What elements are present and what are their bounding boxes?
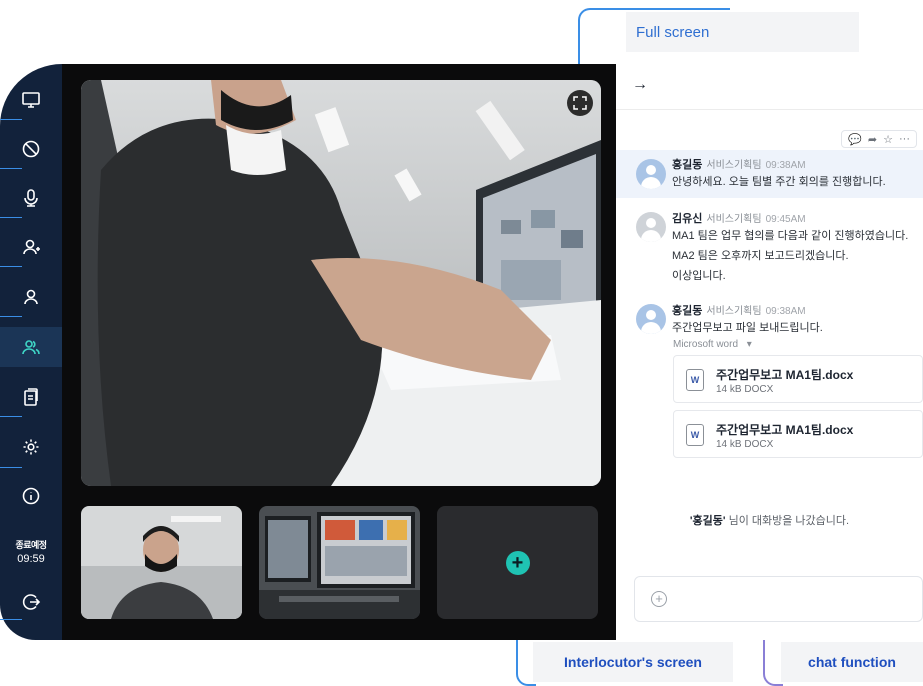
main-video-image	[81, 80, 601, 486]
info-icon	[22, 487, 40, 505]
settings-button[interactable]	[0, 427, 62, 467]
star-icon[interactable]: ☆	[883, 133, 893, 146]
video-off-button[interactable]	[0, 129, 62, 169]
timer-value: 09:59	[17, 553, 45, 565]
file-attachment[interactable]: W 주간업무보고 MA1팀.docx 14 kB DOCX	[673, 355, 923, 403]
microphone-icon	[24, 189, 38, 207]
full-screen-callout: Full screen	[626, 12, 859, 52]
add-participant-icon[interactable]: +	[505, 550, 530, 575]
message-meta: 홍길동 서비스기획팀 09:38AM	[672, 302, 923, 318]
message-text: MA2 팀은 오후까지 보고드리겠습니다.	[672, 250, 849, 262]
main-video[interactable]	[81, 80, 601, 486]
file-name: 주간업무보고 MA1팀.docx	[716, 423, 854, 437]
participant-video-1[interactable]	[81, 506, 242, 619]
chat-input[interactable]	[679, 589, 909, 611]
more-icon[interactable]: ···	[899, 133, 910, 145]
document-button[interactable]	[0, 377, 62, 417]
full-screen-icon	[573, 96, 587, 110]
gear-icon	[23, 439, 39, 455]
chat-message[interactable]: 김유신 서비스기획팀 09:45AM MA1 팀은 업무 협의를 다음과 같이 진행…	[616, 210, 923, 286]
chat-composer: +	[634, 576, 923, 622]
message-text: MA1 팀은 업무 협의를 다음과 같이 진행하였습니다.	[672, 230, 909, 242]
system-text: 님이 대화방을 나갔습니다.	[725, 515, 850, 527]
file-name: 주간업무보고 MA1팀.docx	[716, 368, 854, 382]
sender-team: 서비스기획팀	[706, 160, 762, 171]
chat-function-callout: chat function	[781, 642, 923, 682]
back-arrow-icon[interactable]: →	[632, 76, 648, 93]
message-time: 09:45AM	[765, 214, 806, 225]
message-text: 이상입니다.	[672, 270, 726, 282]
sender-team: 서비스기획팀	[706, 306, 762, 317]
block-icon	[22, 140, 40, 158]
chat-message[interactable]: 홍길동 서비스기획팀 09:38AM 주간업무보고 파일 보내드립니다.	[616, 302, 923, 342]
sender-name: 홍길동	[672, 159, 703, 171]
add-user-icon	[23, 239, 40, 255]
attachment-group-name: Microsoft word	[673, 339, 739, 350]
add-participant-tile[interactable]: +	[437, 506, 598, 619]
word-file-icon: W	[686, 424, 704, 446]
reply-icon[interactable]: 💬	[848, 133, 862, 146]
end-timer: 종료예정 09:59	[0, 538, 62, 565]
participant-video-2-image	[259, 506, 420, 619]
participants-button[interactable]	[0, 327, 62, 367]
chat-message[interactable]: 홍길동 서비스기획팀 09:38AM 안녕하세요. 오늘 팀별 주간 회의를 진행합…	[616, 150, 923, 198]
invite-user-button[interactable]	[0, 227, 62, 267]
info-button[interactable]	[0, 476, 62, 516]
file-size: 14 kB DOCX	[716, 439, 774, 450]
attachment-group-label[interactable]: Microsoft word ▾	[673, 339, 752, 350]
message-text: 안녕하세요. 오늘 팀별 주간 회의를 진행합니다.	[672, 176, 886, 188]
system-user-name: '홍길동'	[689, 515, 726, 527]
file-size: 14 kB DOCX	[716, 384, 774, 395]
file-attachment[interactable]: W 주간업무보고 MA1팀.docx 14 kB DOCX	[673, 410, 923, 458]
avatar	[636, 159, 666, 189]
participants-icon	[22, 340, 40, 355]
guide-line	[0, 467, 22, 468]
message-meta: 김유신 서비스기획팀 09:45AM	[672, 210, 923, 226]
message-meta: 홍길동 서비스기획팀 09:38AM	[672, 156, 923, 172]
system-message: '홍길동' 님이 대화방을 나갔습니다.	[616, 512, 923, 528]
attach-plus-icon[interactable]: +	[651, 591, 667, 607]
full-screen-button[interactable]	[567, 90, 593, 116]
message-actions: 💬 ➦ ☆ ···	[841, 130, 917, 148]
exit-button[interactable]	[0, 582, 62, 622]
chat-panel: → 💬 ➦ ☆ ··· 홍길동 서비스기획팀 09:38AM 안녕하세요. 오늘 팀…	[616, 64, 923, 640]
timer-label: 종료예정	[15, 540, 47, 550]
sender-name: 홍길동	[672, 305, 703, 317]
message-time: 09:38AM	[765, 160, 806, 171]
monitor-icon	[22, 92, 40, 108]
user-icon	[24, 289, 38, 305]
chat-header: →	[616, 64, 923, 110]
word-file-icon: W	[686, 369, 704, 391]
user-button[interactable]	[0, 277, 62, 317]
share-icon[interactable]: ➦	[868, 133, 877, 146]
avatar	[636, 212, 666, 242]
avatar	[636, 304, 666, 334]
share-screen-button[interactable]	[0, 80, 62, 120]
page: Full screen Interlocutor's screen chat f…	[0, 0, 923, 686]
clipboard-icon	[24, 388, 38, 406]
sender-name: 김유신	[672, 213, 703, 225]
chevron-down-icon: ▾	[746, 339, 752, 350]
sender-team: 서비스기획팀	[706, 214, 762, 225]
exit-icon	[22, 594, 41, 610]
message-text: 주간업무보고 파일 보내드립니다.	[672, 322, 823, 334]
interlocutor-screen-callout: Interlocutor's screen	[533, 642, 733, 682]
microphone-button[interactable]	[0, 178, 62, 218]
participant-video-2[interactable]	[259, 506, 420, 619]
message-time: 09:38AM	[765, 306, 806, 317]
participant-video-1-image	[81, 506, 242, 619]
